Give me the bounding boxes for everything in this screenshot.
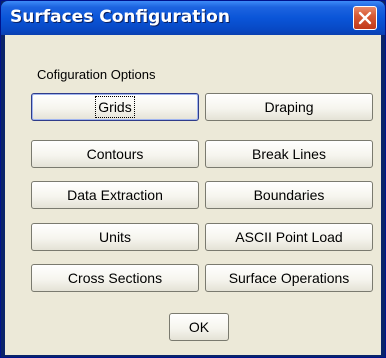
break-lines-button-label: Break Lines [252, 146, 326, 162]
boundaries-button[interactable]: Boundaries [205, 181, 373, 209]
contours-button-label: Contours [86, 146, 144, 162]
contours-button[interactable]: Contours [31, 140, 199, 168]
surfaces-configuration-dialog: Surfaces Configuration Cofiguration Opti… [0, 0, 386, 358]
title-bar[interactable]: Surfaces Configuration [1, 1, 385, 35]
break-lines-button[interactable]: Break Lines [205, 140, 373, 168]
dialog-body: Cofiguration Options Grids Draping Conto… [5, 35, 381, 355]
configuration-options-label: Cofiguration Options [37, 67, 156, 82]
grids-button-label: Grids [95, 96, 135, 118]
ascii-point-load-button-label: ASCII Point Load [235, 229, 343, 245]
data-extraction-button[interactable]: Data Extraction [31, 181, 199, 209]
boundaries-button-label: Boundaries [253, 187, 325, 203]
surface-operations-button-label: Surface Operations [228, 270, 350, 286]
draping-button[interactable]: Draping [205, 93, 373, 121]
surface-operations-button[interactable]: Surface Operations [205, 264, 373, 292]
window-title: Surfaces Configuration [10, 7, 230, 27]
grids-button[interactable]: Grids [31, 93, 199, 121]
close-icon [358, 11, 372, 25]
units-button-label: Units [99, 229, 131, 245]
close-button[interactable] [353, 6, 377, 30]
units-button[interactable]: Units [31, 223, 199, 251]
ascii-point-load-button[interactable]: ASCII Point Load [205, 223, 373, 251]
cross-sections-button-label: Cross Sections [67, 270, 163, 286]
ok-button-label: OK [188, 319, 210, 335]
cross-sections-button[interactable]: Cross Sections [31, 264, 199, 292]
ok-button[interactable]: OK [169, 313, 229, 341]
data-extraction-button-label: Data Extraction [67, 187, 163, 203]
draping-button-label: Draping [264, 99, 314, 115]
